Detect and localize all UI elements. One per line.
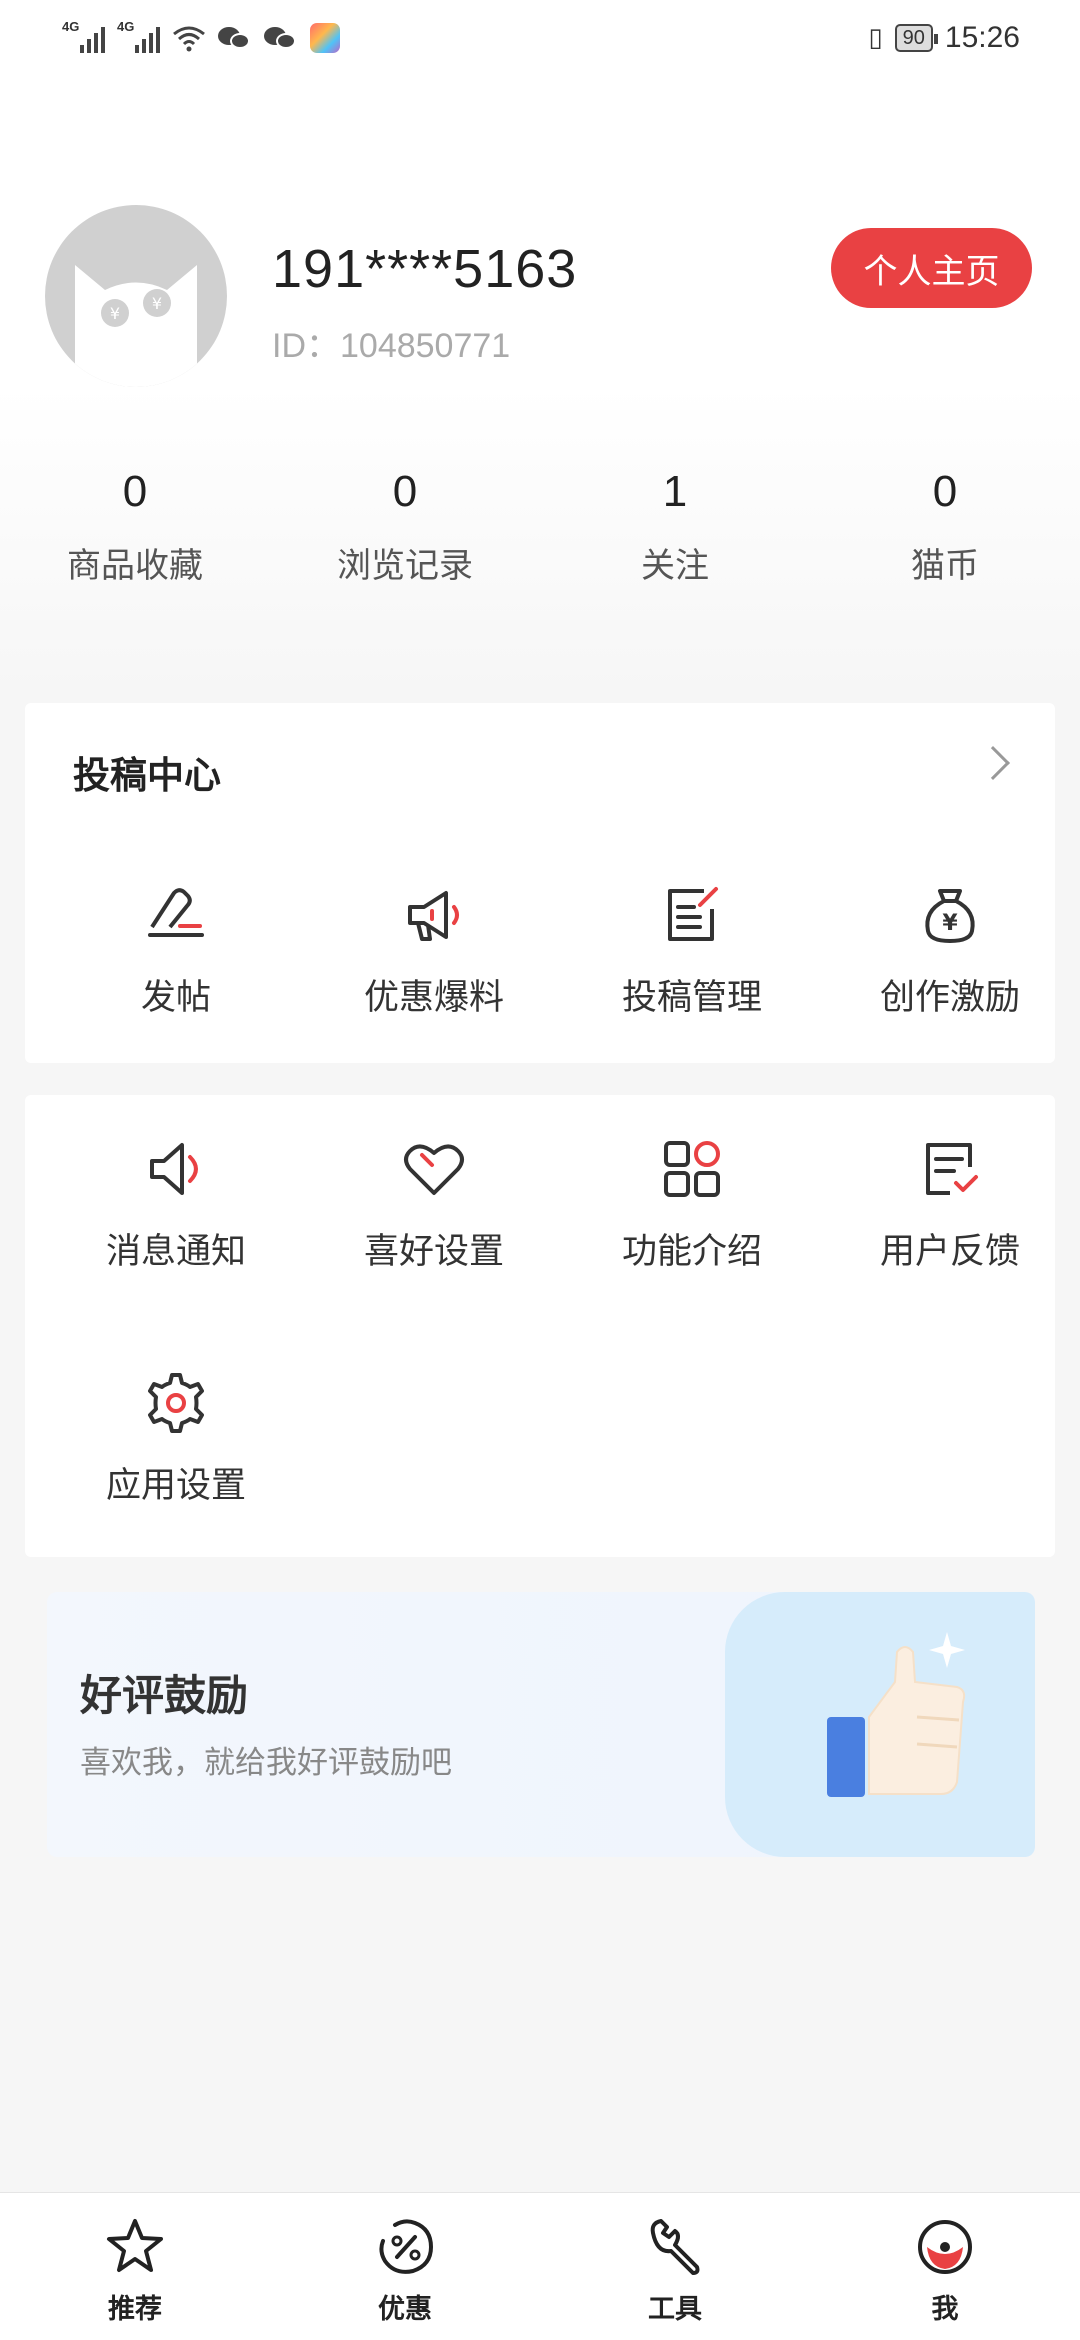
grid-item-label: 优惠爆料 (363, 978, 504, 1017)
rating-banner[interactable]: 好评鼓励 喜欢我，就给我好评鼓励吧 (47, 1592, 1035, 1857)
grid-item-app-settings[interactable]: 应用设置 (47, 1371, 305, 1508)
stat-label: 关注 (641, 547, 709, 585)
status-bar: 4G 4G ▯ 90 15:26 (0, 0, 1080, 75)
avatar[interactable]: ¥ ¥ (45, 205, 227, 387)
speaker-icon (150, 1143, 198, 1195)
stats-row: 0 商品收藏 0 浏览记录 1 关注 0 猫币 (0, 462, 1080, 587)
grid-item-label: 发帖 (140, 978, 211, 1017)
settings-grid-card: 消息通知 喜好设置 功能介绍 用户反馈 应用设置 (25, 1095, 1055, 1557)
post-pen-icon (148, 888, 204, 937)
discount-icon (379, 2219, 434, 2274)
status-right: ▯ 90 15:26 (868, 21, 1020, 55)
megaphone-icon (408, 891, 459, 941)
grid-item-label: 创作激励 (879, 978, 1020, 1017)
signal-icon: 4G (62, 19, 105, 53)
grid-item-label: 消息通知 (105, 1232, 246, 1271)
chevron-right-icon[interactable] (976, 746, 1010, 780)
personal-homepage-button[interactable]: 个人主页 (831, 228, 1032, 308)
stat-history[interactable]: 0 浏览记录 (270, 462, 540, 587)
stat-following[interactable]: 1 关注 (540, 462, 810, 587)
thumbs-up-icon (827, 1632, 966, 1797)
apps-grid-icon (664, 1141, 720, 1197)
submission-center-card: 投稿中心 发帖 优惠爆料 投稿管理 ¥ 创作激励 (25, 703, 1055, 1063)
grid-item-deals[interactable]: 优惠爆料 (305, 883, 563, 1020)
tab-tools[interactable]: 工具 (540, 2193, 810, 2340)
clock: 15:26 (944, 20, 1020, 54)
tab-label: 我 (931, 2294, 959, 2324)
stat-favorites[interactable]: 0 商品收藏 (0, 462, 270, 587)
tab-label: 工具 (648, 2294, 702, 2324)
stat-coins[interactable]: 0 猫币 (810, 462, 1080, 587)
username: 191****5163 (272, 239, 578, 299)
submission-center-title[interactable]: 投稿中心 (73, 745, 221, 799)
network-type-label: 4G (117, 18, 135, 34)
grid-item-preferences[interactable]: 喜好设置 (305, 1137, 563, 1274)
app-icon (310, 22, 340, 53)
wifi-icon (173, 26, 205, 51)
grid-item-label: 应用设置 (105, 1466, 246, 1505)
grid-item-notifications[interactable]: 消息通知 (47, 1137, 305, 1274)
tab-recommend[interactable]: 推荐 (0, 2193, 270, 2340)
feedback-icon (926, 1143, 978, 1195)
stat-value: 0 (932, 467, 958, 516)
me-icon (918, 2220, 972, 2274)
stat-value: 1 (662, 467, 688, 516)
signal-icon: 4G (117, 19, 160, 53)
grid-item-feedback[interactable]: 用户反馈 (821, 1137, 1079, 1274)
banner-title: 好评鼓励 (80, 1672, 249, 1719)
grid-item-label: 投稿管理 (621, 978, 762, 1017)
tab-label: 优惠 (378, 2294, 432, 2324)
grid-item-post[interactable]: 发帖 (47, 883, 305, 1020)
wechat-icon (218, 25, 252, 51)
svg-text:¥: ¥ (110, 304, 120, 323)
stat-label: 猫币 (911, 547, 979, 585)
status-left: 4G 4G (62, 19, 340, 53)
battery-icon: 90 (894, 23, 939, 52)
svg-text:¥: ¥ (942, 911, 958, 936)
stat-value: 0 (392, 467, 418, 516)
grid-item-manage[interactable]: 投稿管理 (563, 883, 821, 1020)
grid-item-label: 用户反馈 (879, 1232, 1020, 1271)
stat-label: 商品收藏 (67, 547, 203, 585)
tab-discount[interactable]: 优惠 (270, 2193, 540, 2340)
tab-me[interactable]: 我 (810, 2193, 1080, 2340)
grid-item-label: 喜好设置 (363, 1232, 504, 1271)
vibrate-icon: ▯ (868, 22, 883, 52)
stat-label: 浏览记录 (337, 547, 473, 585)
manage-doc-icon (668, 887, 718, 941)
svg-text:¥: ¥ (152, 294, 162, 313)
gear-icon (148, 1373, 204, 1433)
wechat-icon (264, 25, 298, 51)
network-type-label: 4G (62, 18, 80, 34)
money-bag-icon: ¥ (925, 889, 975, 943)
cat-avatar-icon: ¥ ¥ (75, 265, 197, 387)
star-icon (107, 2219, 163, 2272)
banner-subtitle: 喜欢我，就给我好评鼓励吧 (80, 1745, 452, 1780)
wrench-icon (650, 2219, 700, 2275)
tab-label: 推荐 (108, 2294, 162, 2324)
bottom-tab-bar: 推荐 优惠 工具 我 (0, 2192, 1080, 2340)
user-id: ID：104850771 (272, 327, 511, 365)
grid-item-label: 功能介绍 (621, 1232, 762, 1271)
grid-item-features[interactable]: 功能介绍 (563, 1137, 821, 1274)
grid-item-incentive[interactable]: ¥ 创作激励 (821, 883, 1079, 1020)
stat-value: 0 (122, 467, 148, 516)
heart-icon (404, 1144, 464, 1195)
